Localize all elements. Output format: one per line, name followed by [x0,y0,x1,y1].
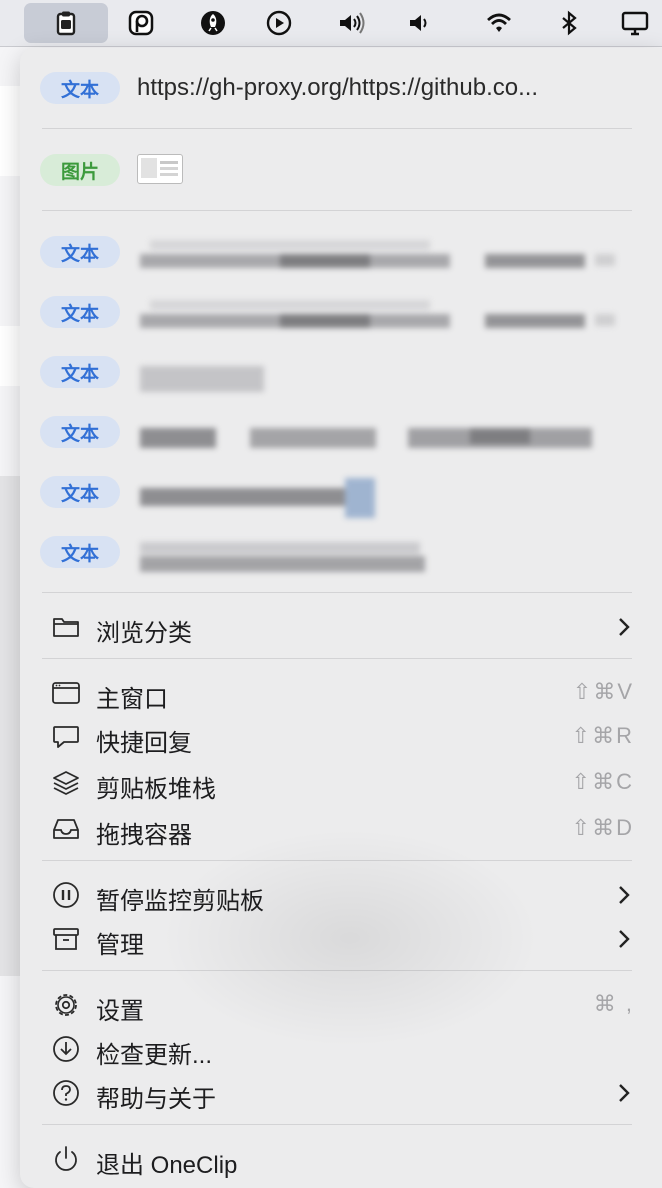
settings-item[interactable]: 设置 ⌘ , [50,985,634,1025]
blurred-content [140,420,610,454]
menu-item-label: 退出 OneClip [96,1152,238,1179]
divider [42,658,632,659]
clipboard-icon[interactable] [24,3,108,43]
keyboard-shortcut: ⇧⌘R [571,723,634,748]
pastebot-icon[interactable] [124,6,158,40]
history-item[interactable]: 文本 [40,416,640,476]
keyboard-shortcut: ⌘ , [593,991,634,1016]
type-tag: 文本 [40,536,120,568]
history-item-image[interactable]: 图片 [40,154,640,214]
speech-bubble-icon [50,721,82,753]
quit-item[interactable]: 退出 OneClip [50,1139,634,1179]
history-item[interactable]: 文本 [40,536,640,596]
rocket-icon[interactable] [196,6,230,40]
background-panel [0,86,20,176]
folder-icon [50,611,82,643]
menu-item-label: 快捷回复 [96,730,192,757]
menu-item-label: 检查更新... [96,1042,213,1069]
type-tag: 文本 [40,296,120,328]
keyboard-shortcut: ⇧⌘C [571,769,634,794]
divider [42,210,632,211]
chevron-right-icon [619,886,630,904]
quick-reply-item[interactable]: 快捷回复 ⇧⌘R [50,717,634,757]
oneclip-menu: 文本 https://gh-proxy.org/https://github.c… [20,48,662,1188]
drag-container-item[interactable]: 拖拽容器 ⇧⌘D [50,809,634,849]
blurred-content [140,238,620,278]
chevron-right-icon [619,930,630,948]
history-item[interactable]: 文本 [40,476,640,536]
manage-item[interactable]: 管理 [50,919,634,959]
question-circle-icon [50,1077,82,1109]
bluetooth-icon[interactable] [552,6,586,40]
type-tag: 文本 [40,476,120,508]
chevron-right-icon [619,1084,630,1102]
chevron-right-icon [619,618,630,636]
browse-categories-item[interactable]: 浏览分类 [50,607,634,647]
blurred-content [140,476,390,520]
menu-item-label: 拖拽容器 [96,822,192,849]
power-icon [50,1143,82,1175]
divider [42,1124,632,1125]
divider [42,970,632,971]
check-updates-item[interactable]: 检查更新... [50,1029,634,1069]
menu-item-label: 帮助与关于 [96,1086,216,1113]
layers-icon [50,767,82,799]
history-item[interactable]: 文本 https://gh-proxy.org/https://github.c… [40,72,640,132]
divider [42,860,632,861]
help-about-item[interactable]: 帮助与关于 [50,1073,634,1113]
download-circle-icon [50,1033,82,1065]
menu-item-label: 主窗口 [96,686,168,713]
system-menu-bar [0,0,662,47]
tray-icon [50,813,82,845]
background-panel [0,326,20,386]
window-icon [50,677,82,709]
type-tag: 文本 [40,416,120,448]
history-item-text: https://gh-proxy.org/https://github.co..… [137,74,539,101]
divider [42,128,632,129]
volume-low-icon[interactable] [402,6,436,40]
menu-item-label: 管理 [96,932,144,959]
keyboard-shortcut: ⇧⌘D [571,815,634,840]
type-tag: 文本 [40,356,120,388]
wifi-icon[interactable] [482,6,516,40]
history-item[interactable]: 文本 [40,296,640,356]
history-item[interactable]: 文本 [40,236,640,296]
blurred-content [140,538,440,578]
image-thumbnail [137,154,183,184]
blurred-content [140,298,620,338]
main-window-item[interactable]: 主窗口 ⇧⌘V [50,673,634,713]
background-panel [0,476,20,976]
volume-icon[interactable] [334,6,368,40]
type-tag: 图片 [40,154,120,186]
menu-item-label: 设置 [96,998,144,1025]
display-icon[interactable] [618,6,652,40]
type-tag: 文本 [40,72,120,104]
blurred-content [140,360,280,394]
type-tag: 文本 [40,236,120,268]
gear-icon [50,989,82,1021]
archive-icon [50,923,82,955]
keyboard-shortcut: ⇧⌘V [572,679,634,704]
menu-item-label: 浏览分类 [96,620,192,647]
menu-item-label: 剪贴板堆栈 [96,776,216,803]
clipboard-stack-item[interactable]: 剪贴板堆栈 ⇧⌘C [50,763,634,803]
play-circle-icon[interactable] [262,6,296,40]
menu-item-label: 暂停监控剪贴板 [96,888,264,915]
divider [42,592,632,593]
pause-monitoring-item[interactable]: 暂停监控剪贴板 [50,875,634,915]
pause-circle-icon [50,879,82,911]
history-item[interactable]: 文本 [40,356,640,416]
